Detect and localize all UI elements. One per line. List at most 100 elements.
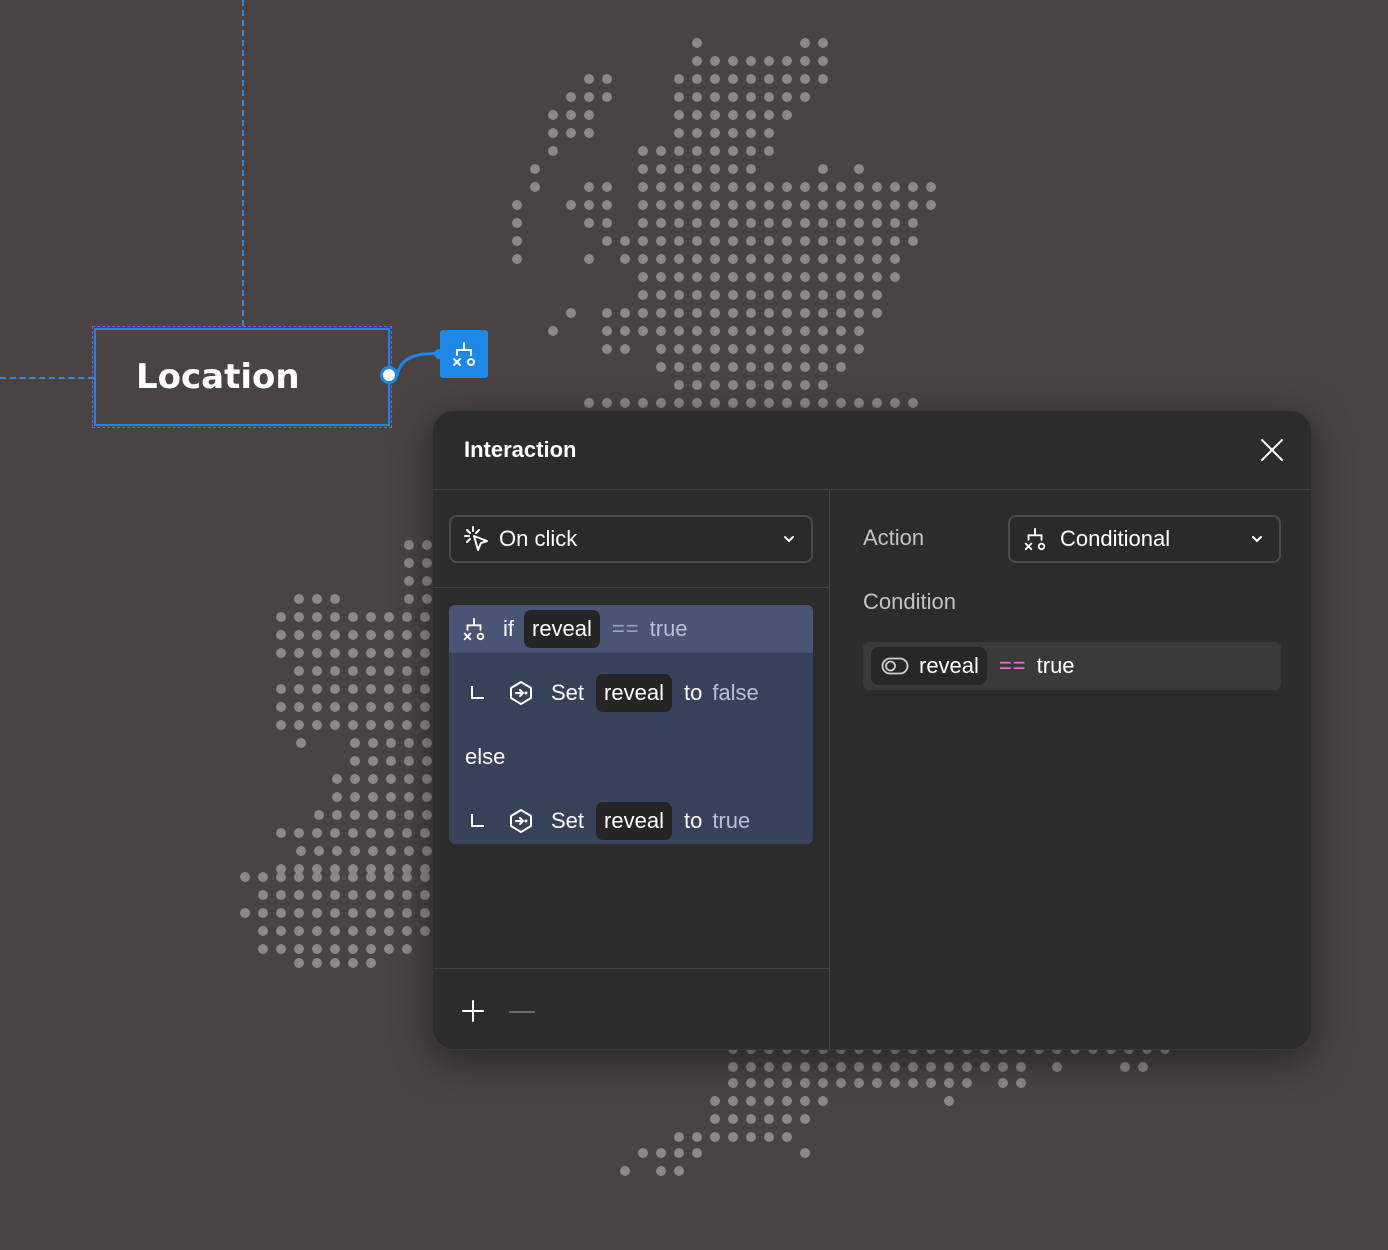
map-dot <box>710 308 720 318</box>
map-dot <box>764 326 774 336</box>
map-dot <box>584 110 594 120</box>
map-dot <box>674 1166 684 1176</box>
map-dot <box>656 182 666 192</box>
map-dot <box>818 164 828 174</box>
map-dot <box>764 56 774 66</box>
action-select-label: Conditional <box>1060 526 1171 551</box>
map-dot <box>674 380 684 390</box>
map-dot <box>620 1166 630 1176</box>
conditional-logic-block[interactable]: if reveal == true Set reveal to false el… <box>449 605 813 844</box>
map-dot <box>926 200 936 210</box>
map-dot <box>402 908 412 918</box>
if-row[interactable]: if reveal == true <box>449 605 813 653</box>
map-dot <box>656 272 666 282</box>
map-dot <box>764 218 774 228</box>
map-dot <box>674 362 684 372</box>
map-dot <box>348 908 358 918</box>
map-dot <box>692 290 702 300</box>
minus-icon[interactable] <box>509 1010 535 1014</box>
map-dot <box>584 92 594 102</box>
map-dot <box>710 146 720 156</box>
map-dot <box>908 1062 918 1072</box>
map-dot <box>276 926 286 936</box>
node-connection-handle[interactable] <box>380 366 398 384</box>
map-dot <box>764 290 774 300</box>
map-dot <box>710 398 720 408</box>
map-dot <box>692 218 702 228</box>
map-dot <box>908 218 918 228</box>
map-dot <box>800 236 810 246</box>
variable-token[interactable]: reveal <box>524 610 600 648</box>
map-dot <box>656 146 666 156</box>
map-dot <box>602 344 612 354</box>
map-dot <box>782 1078 792 1088</box>
map-dot <box>656 398 666 408</box>
click-cursor-icon <box>464 526 488 551</box>
map-dot <box>638 236 648 246</box>
map-dot <box>692 200 702 210</box>
map-dot <box>710 380 720 390</box>
map-dot <box>276 630 286 640</box>
map-dot <box>890 398 900 408</box>
map-dot <box>908 236 918 246</box>
variable-token[interactable]: reveal <box>596 674 672 712</box>
map-dot <box>422 810 432 820</box>
map-dot <box>258 890 268 900</box>
conditional-badge[interactable] <box>440 330 488 378</box>
else-set-row[interactable]: Set reveal to true <box>449 797 813 844</box>
map-dot <box>366 648 376 658</box>
map-dot <box>746 308 756 318</box>
map-dot <box>384 612 394 622</box>
map-dot <box>366 926 376 936</box>
map-dot <box>764 1062 774 1072</box>
map-dot <box>348 666 358 676</box>
map-dot <box>818 344 828 354</box>
trigger-select[interactable]: On click <box>449 515 813 563</box>
map-dot <box>782 92 792 102</box>
map-dot <box>890 182 900 192</box>
map-dot <box>530 182 540 192</box>
map-dot <box>782 398 792 408</box>
map-dot <box>854 182 864 192</box>
close-icon[interactable] <box>1259 437 1285 463</box>
horizontal-guide-line <box>0 377 94 379</box>
map-dot <box>854 254 864 264</box>
map-dot <box>294 890 304 900</box>
map-dot <box>746 1096 756 1106</box>
map-dot <box>728 236 738 246</box>
plus-icon[interactable] <box>461 999 485 1023</box>
map-dot <box>710 218 720 228</box>
location-node[interactable]: Location <box>92 326 392 428</box>
map-dot <box>384 908 394 918</box>
set-variable-icon <box>510 681 532 705</box>
map-dot <box>330 666 340 676</box>
variable-token[interactable]: reveal <box>871 647 987 685</box>
map-dot <box>818 1062 828 1072</box>
map-dot <box>800 326 810 336</box>
map-dot <box>294 648 304 658</box>
map-dot <box>330 908 340 918</box>
map-dot <box>836 326 846 336</box>
map-dot <box>638 272 648 282</box>
action-select[interactable]: Conditional <box>1008 515 1281 563</box>
map-dot <box>746 56 756 66</box>
map-dot <box>692 380 702 390</box>
then-set-row[interactable]: Set reveal to false <box>449 669 813 717</box>
map-dot <box>314 810 324 820</box>
map-dot <box>276 612 286 622</box>
map-dot <box>548 146 558 156</box>
map-dot <box>800 1062 810 1072</box>
map-dot <box>350 846 360 856</box>
map-dot <box>548 110 558 120</box>
map-dot <box>620 236 630 246</box>
map-dot <box>404 846 414 856</box>
map-dot <box>854 1078 864 1088</box>
map-dot <box>800 380 810 390</box>
variable-token[interactable]: reveal <box>596 802 672 840</box>
condition-expression[interactable]: reveal == true <box>863 642 1281 690</box>
map-dot <box>728 146 738 156</box>
map-dot <box>890 200 900 210</box>
map-dot <box>638 290 648 300</box>
map-dot <box>800 362 810 372</box>
map-dot <box>764 380 774 390</box>
